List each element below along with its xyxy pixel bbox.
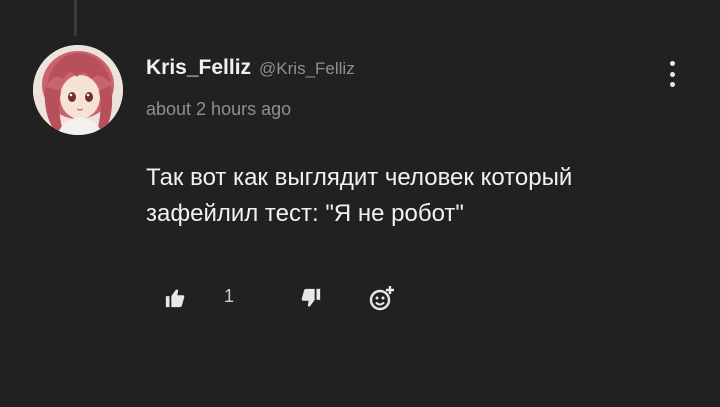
comment-timestamp[interactable]: about 2 hours ago [146,99,291,120]
like-button[interactable] [158,280,192,316]
author-line: Kris_Felliz @Kris_Felliz [146,56,355,80]
avatar-image [33,45,123,135]
author-handle[interactable]: @Kris_Felliz [259,59,355,79]
thumbs-down-icon [301,288,321,307]
add-reaction-icon [369,286,394,311]
add-reaction-button[interactable] [364,280,400,316]
author-name[interactable]: Kris_Felliz [146,56,251,80]
dislike-button[interactable] [294,280,328,316]
comment-card: Kris_Felliz @Kris_Felliz about 2 hours a… [0,0,720,407]
more-vertical-icon [669,61,675,87]
like-count: 1 [224,286,235,306]
comment-text: Так вот как выглядит человек который заф… [146,164,573,227]
avatar[interactable] [33,45,123,135]
thumbs-up-icon [165,289,185,308]
more-options-button[interactable] [660,56,684,92]
